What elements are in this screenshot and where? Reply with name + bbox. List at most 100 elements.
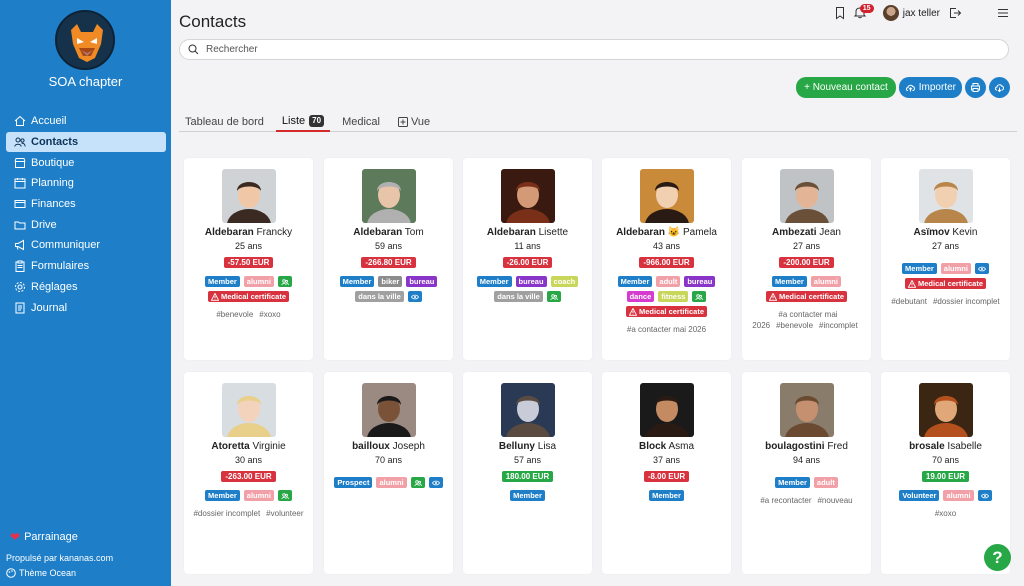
hashtag[interactable]: #incomplet — [819, 321, 858, 330]
download-button[interactable] — [989, 77, 1010, 98]
sidebar-item-accueil[interactable]: Accueil — [6, 111, 166, 132]
sidebar-item-journal[interactable]: Journal — [6, 297, 166, 318]
tag[interactable]: Medical certificate — [625, 306, 708, 317]
contact-photo[interactable] — [500, 383, 555, 437]
hashtag[interactable]: #benevole — [216, 310, 253, 319]
tag[interactable]: bureau — [515, 276, 547, 287]
tab-liste[interactable]: Liste 70 — [275, 112, 331, 132]
tag[interactable]: Member — [510, 490, 545, 501]
contact-card[interactable]: Ambezati Jean 27 ans -200.00 EUR Member alum… — [742, 158, 871, 360]
contact-photo[interactable] — [918, 383, 973, 437]
import-button[interactable]: Importer — [898, 77, 962, 98]
contact-name[interactable]: Atoretta Virginie — [184, 441, 313, 452]
eye-tag[interactable] — [974, 263, 989, 274]
tag[interactable]: Prospect — [334, 477, 373, 488]
tag[interactable]: Medical certificate — [207, 291, 290, 302]
group-tag[interactable] — [410, 477, 425, 488]
hashtag[interactable]: #volunteer — [266, 509, 303, 518]
sidebar-item-reglages[interactable]: Réglages — [6, 277, 166, 298]
tag[interactable]: dance — [626, 291, 655, 302]
powered-by[interactable]: Propulsé par kananas.com — [6, 553, 113, 563]
user-name[interactable]: jax teller — [903, 8, 940, 19]
contact-card[interactable]: Aldebaran Lisette 11 ans -26.00 EUR Member b… — [463, 158, 592, 360]
contact-name[interactable]: Belluny Lisa — [463, 441, 592, 452]
tag[interactable]: bureau — [406, 276, 438, 287]
tag[interactable]: biker — [378, 276, 403, 287]
sidebar-item-finances[interactable]: Finances — [6, 194, 166, 215]
contact-name[interactable]: Asïmov Kevin — [881, 227, 1010, 238]
eye-tag[interactable] — [977, 490, 992, 501]
bear-logo-icon[interactable] — [55, 10, 115, 70]
theme-selector[interactable]: Thème Ocean — [6, 568, 76, 578]
hashtag[interactable]: #dossier incomplet — [933, 297, 1000, 306]
tag[interactable]: Member — [476, 276, 512, 287]
contact-name[interactable]: Aldebaran 😺 Pamela — [602, 227, 731, 238]
sidebar-item-communiquer[interactable]: Communiquer — [6, 235, 166, 256]
new-contact-button[interactable]: + Nouveau contact — [796, 77, 896, 98]
contact-name[interactable]: brosale Isabelle — [881, 441, 1010, 452]
tab-medical[interactable]: Medical — [336, 112, 386, 132]
tag[interactable]: Member — [772, 276, 807, 287]
print-button[interactable] — [965, 77, 986, 98]
group-tag[interactable] — [546, 291, 561, 302]
contact-card[interactable]: bailloux Joseph 70 ans Prospect alumni — [324, 372, 453, 574]
menu-icon[interactable] — [996, 6, 1010, 20]
contact-card[interactable]: Aldebaran Tom 59 ans -266.80 EUR Member bike… — [324, 158, 453, 360]
tag[interactable]: Medical certificate — [765, 291, 848, 302]
contact-card[interactable]: Belluny Lisa 57 ans 180.00 EUR Member — [463, 372, 592, 574]
sidebar-item-drive[interactable]: Drive — [6, 214, 166, 235]
group-tag[interactable] — [277, 276, 292, 287]
contact-name[interactable]: Block Asma — [602, 441, 731, 452]
hashtag[interactable]: #xoxo — [259, 310, 280, 319]
tab-tableau-de-bord[interactable]: Tableau de bord — [179, 112, 270, 132]
contact-card[interactable]: Block Asma 37 ans -8.00 EUR Member — [602, 372, 731, 574]
contact-name[interactable]: Aldebaran Francky — [184, 227, 313, 238]
tag[interactable]: alumni — [940, 263, 971, 274]
eye-tag[interactable] — [428, 477, 443, 488]
hashtag[interactable]: #nouveau — [817, 496, 852, 505]
contact-photo[interactable] — [639, 383, 694, 437]
tag[interactable]: Member — [205, 276, 240, 287]
hashtag[interactable]: #a contacter mai 2026 — [627, 325, 706, 334]
bookmark-icon[interactable] — [833, 6, 847, 20]
notifications-button[interactable]: 15 — [853, 3, 874, 22]
contact-photo[interactable] — [361, 383, 416, 437]
contact-name[interactable]: Ambezati Jean — [742, 227, 871, 238]
group-tag[interactable] — [277, 490, 292, 501]
hashtag[interactable]: #a recontacter — [760, 496, 811, 505]
tag[interactable]: Member — [902, 263, 937, 274]
contact-photo[interactable] — [779, 383, 834, 437]
contact-name[interactable]: bailloux Joseph — [324, 441, 453, 452]
contact-name[interactable]: Aldebaran Lisette — [463, 227, 592, 238]
tag[interactable]: Medical certificate — [904, 278, 987, 289]
hashtag[interactable]: #dossier incomplet — [193, 509, 260, 518]
sidebar-item-planning[interactable]: Planning — [6, 173, 166, 194]
tag[interactable]: alumni — [943, 490, 974, 501]
hashtag[interactable]: #debutant — [891, 297, 927, 306]
sidebar-item-contacts[interactable]: Contacts — [6, 131, 166, 153]
contact-photo[interactable] — [639, 169, 694, 223]
hashtag[interactable]: #xoxo — [935, 509, 956, 518]
tag[interactable]: coach — [550, 276, 579, 287]
tag[interactable]: adult — [813, 477, 838, 488]
contact-name[interactable]: Aldebaran Tom — [324, 227, 453, 238]
parrainage-link[interactable]: ❤ Parrainage — [10, 530, 78, 544]
contact-photo[interactable] — [361, 169, 416, 223]
hashtag[interactable]: #benevole — [776, 321, 813, 330]
tag[interactable]: adult — [656, 276, 681, 287]
contact-photo[interactable] — [221, 169, 276, 223]
contact-card[interactable]: Aldebaran 😺 Pamela 43 ans -966.00 EUR Membe… — [602, 158, 731, 360]
tag[interactable]: alumni — [243, 490, 274, 501]
tag[interactable]: Volunteer — [899, 490, 940, 501]
tag[interactable]: dans la ville — [355, 291, 404, 302]
contact-card[interactable]: Asïmov Kevin 27 ans Member alumni Medical ce… — [881, 158, 1010, 360]
tag[interactable]: alumni — [810, 276, 841, 287]
tag[interactable]: Member — [649, 490, 684, 501]
tag[interactable]: bureau — [684, 276, 716, 287]
sidebar-item-formulaires[interactable]: Formulaires — [6, 256, 166, 277]
contact-card[interactable]: boulagostini Fred 94 ans Member adult #a rec… — [742, 372, 871, 574]
sidebar-item-boutique[interactable]: Boutique — [6, 152, 166, 173]
tag[interactable]: Member — [775, 477, 810, 488]
tab-vue[interactable]: Vue — [392, 112, 436, 132]
tag[interactable]: alumni — [376, 477, 407, 488]
